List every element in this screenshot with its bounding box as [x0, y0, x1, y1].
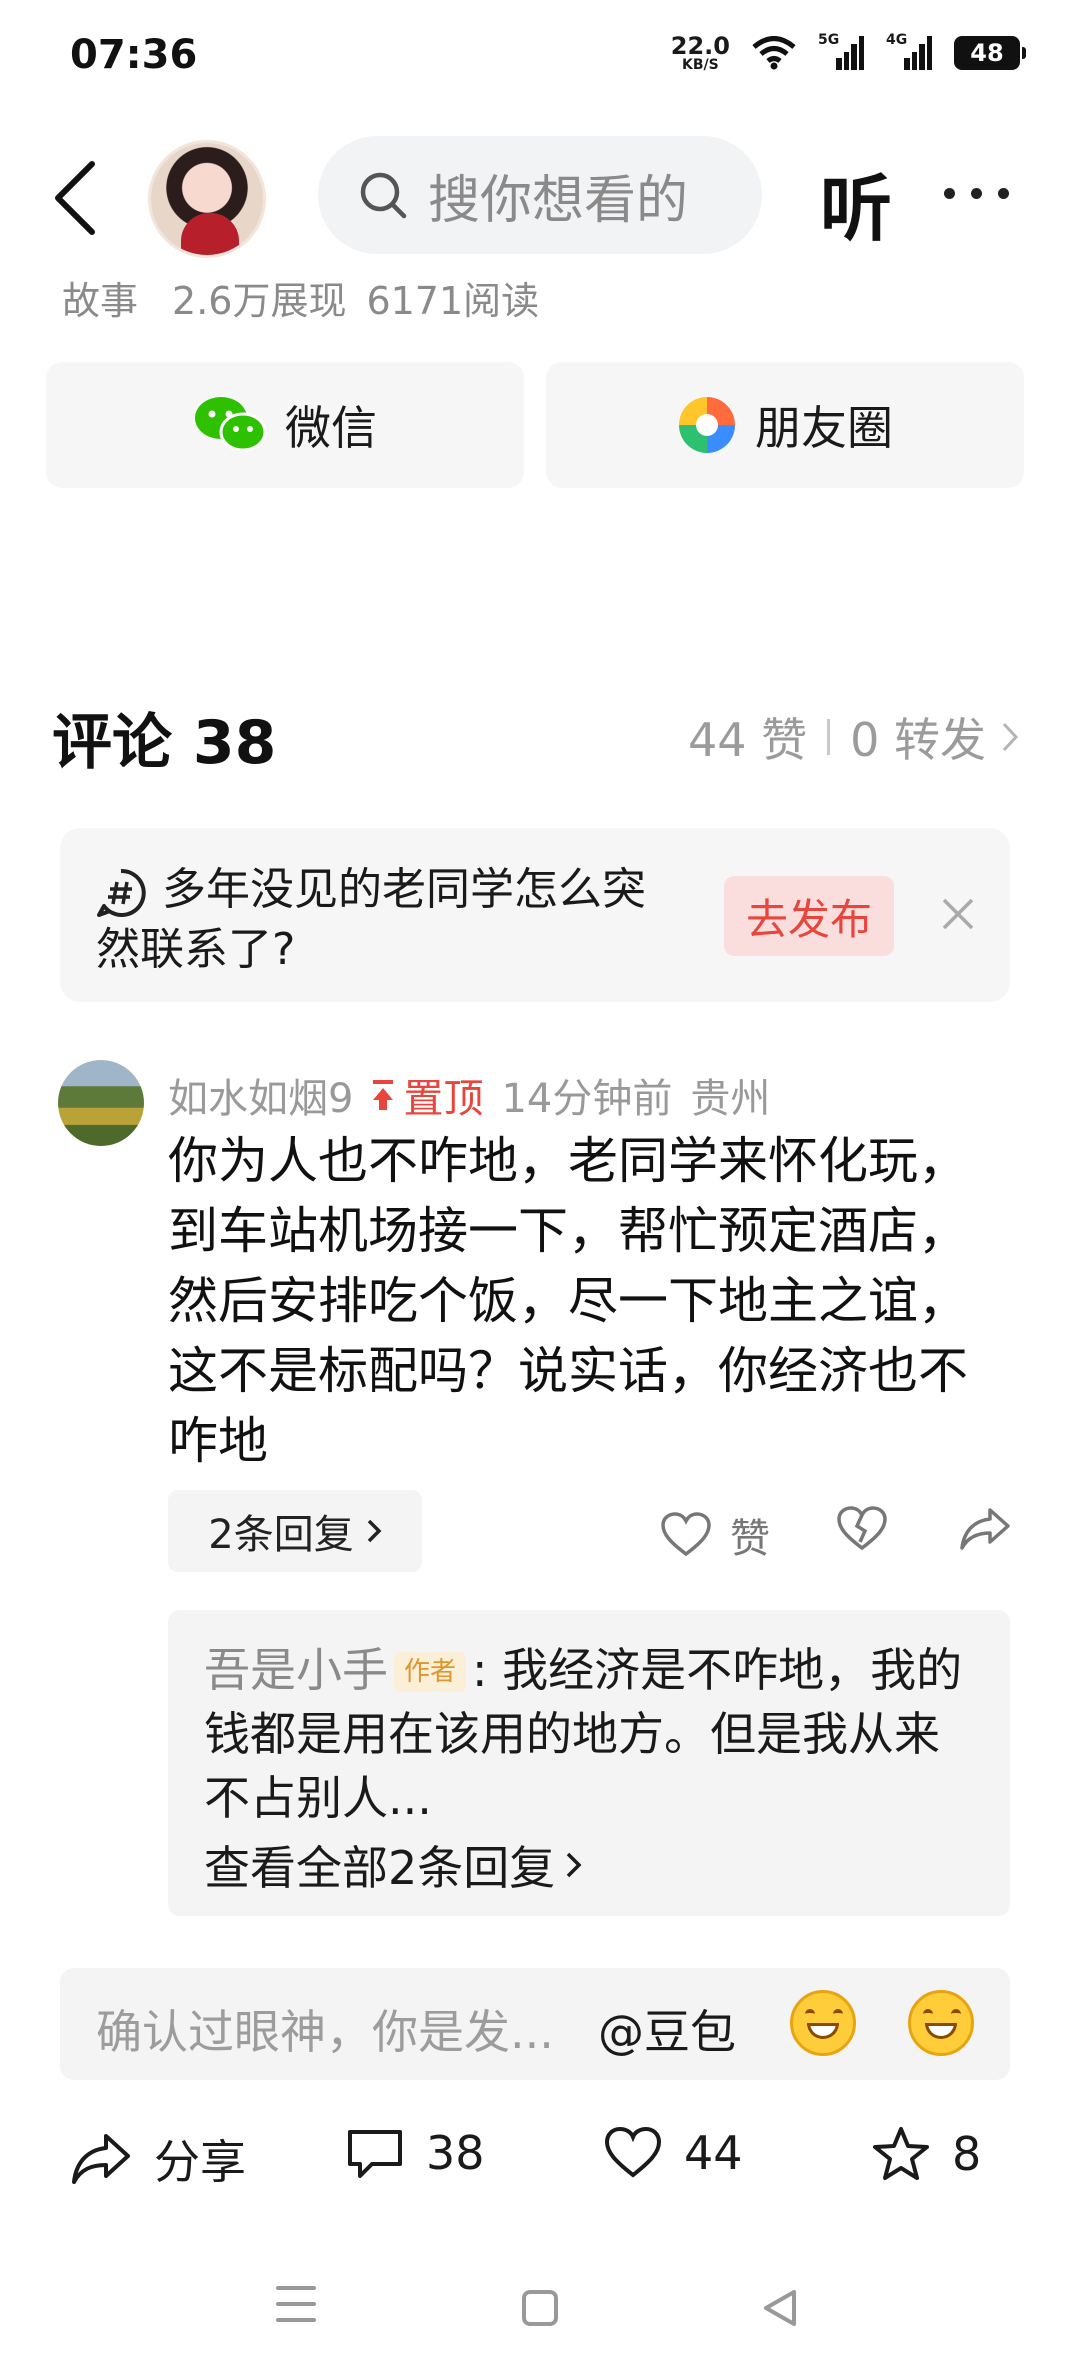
signal-5g-icon: 5G: [818, 32, 864, 70]
status-icons: 22.0 KB/S 5G 4G 48: [671, 32, 1026, 72]
comment-header: 如水如烟9 置顶 14分钟前 贵州: [168, 1066, 770, 1124]
comment-bubble-icon: [348, 2130, 402, 2178]
chevron-right-icon: [367, 1519, 382, 1543]
more-horizontal-icon[interactable]: [944, 188, 1009, 199]
comment-body: 你为人也不咋地，老同学来怀化玩，到车站机场接一下，帮忙预定酒店，然后安排吃个饭，…: [168, 1132, 968, 1470]
reply-count-label: 2条回复: [208, 1512, 354, 1558]
reply-preview[interactable]: 吾是小手 作者: 我经济是不咋地，我的钱都是用在该用的地方。但是我从来不占别人..…: [168, 1610, 1010, 1916]
search-input[interactable]: 搜你想看的: [318, 136, 762, 254]
network-speed: 22.0 KB/S: [671, 34, 730, 72]
wifi-icon: [752, 36, 796, 70]
article-category: 故事: [62, 279, 139, 323]
comment-input[interactable]: 确认过眼神，你是发... @豆包: [60, 1968, 1010, 2080]
topic-line-1: 多年没见的老同学怎么突: [162, 864, 646, 915]
topic-question: 多年没见的老同学怎么突 然联系了?: [96, 860, 742, 980]
chevron-left-icon[interactable]: [48, 158, 104, 238]
reposts-count: 0 转发: [850, 713, 986, 767]
comment-location: 贵州: [690, 1076, 771, 1122]
mention-doubao-button[interactable]: @豆包: [598, 1996, 736, 2062]
laugh-cry-emoji-icon[interactable]: [790, 1990, 856, 2056]
bottom-share-label: 分享: [154, 2135, 246, 2189]
close-icon[interactable]: [938, 894, 978, 934]
bottom-comment-button[interactable]: 38: [346, 2126, 485, 2180]
article-reads: 6171阅读: [366, 279, 540, 323]
comments-title: 评论 38: [52, 708, 277, 778]
author-tag: 作者: [394, 1652, 467, 1692]
view-all-replies[interactable]: 查看全部2条回复: [204, 1832, 583, 1898]
hashtag-icon: [97, 868, 146, 917]
pin-top-icon: [373, 1080, 394, 1110]
listen-button[interactable]: 听: [820, 150, 892, 255]
view-all-replies-label: 查看全部2条回复: [204, 1841, 556, 1895]
bottom-like-count: 44: [684, 2126, 743, 2180]
likes-count: 44 赞: [687, 713, 808, 767]
share-wechat-label: 微信: [285, 401, 377, 455]
topic-line-2: 然联系了?: [96, 924, 296, 975]
bottom-favorite-count: 8: [952, 2127, 982, 2181]
heart-icon: [604, 2127, 662, 2178]
share-arrow-icon[interactable]: [958, 1506, 1012, 1552]
moments-icon: [679, 397, 735, 453]
author-avatar[interactable]: [148, 140, 266, 258]
nav-recents-icon[interactable]: [276, 2286, 316, 2322]
commenter-avatar[interactable]: [58, 1060, 144, 1146]
comment-like-button[interactable]: 赞: [660, 1506, 770, 1564]
search-placeholder: 搜你想看的: [428, 170, 689, 231]
commenter-name[interactable]: 如水如烟9: [168, 1066, 353, 1124]
network-speed-unit: KB/S: [682, 57, 719, 73]
signal-4g-icon: 4G: [886, 32, 932, 70]
share-arrow-icon: [72, 2134, 130, 2184]
wechat-icon: [195, 397, 267, 452]
topic-banner[interactable]: 多年没见的老同学怎么突 然联系了? 去发布: [60, 828, 1010, 1002]
bottom-favorite-button[interactable]: 8: [872, 2126, 981, 2182]
network-speed-value: 22.0: [670, 32, 730, 60]
chevron-right-icon: [1002, 722, 1019, 752]
comment-input-placeholder: 确认过眼神，你是发...: [96, 2005, 554, 2059]
share-moments-label: 朋友圈: [755, 401, 893, 455]
nav-back-icon[interactable]: [762, 2288, 798, 2328]
nav-home-icon[interactable]: [522, 2290, 558, 2326]
bottom-comment-count: 38: [426, 2126, 485, 2180]
publish-button[interactable]: 去发布: [724, 876, 894, 956]
comments-stats[interactable]: 44 赞 0 转发: [688, 704, 1020, 770]
broken-heart-icon[interactable]: [836, 1506, 888, 1552]
heart-icon: [661, 1512, 711, 1557]
status-time: 07:36: [70, 32, 198, 78]
bottom-like-button[interactable]: 44: [604, 2126, 743, 2180]
pinned-label: 置顶: [403, 1076, 484, 1122]
reply-text: 吾是小手 作者: 我经济是不咋地，我的钱都是用在该用的地方。但是我从来不占别人..…: [204, 1638, 984, 1830]
signal-5g-label: 5G: [818, 32, 840, 48]
battery-icon: 48: [954, 36, 1026, 70]
star-icon: [873, 2127, 929, 2180]
comment-time: 14分钟前: [501, 1076, 673, 1122]
signal-4g-label: 4G: [886, 32, 908, 48]
pinned-badge: 置顶: [371, 1066, 483, 1124]
stats-divider: [827, 719, 831, 755]
grin-emoji-icon[interactable]: [908, 1990, 974, 2056]
share-moments-button[interactable]: 朋友圈: [546, 362, 1024, 488]
search-icon: [360, 172, 407, 219]
article-meta: 故事 2.6万展现 6171阅读: [62, 270, 539, 325]
avatar-figure: [181, 213, 239, 255]
reply-author-name[interactable]: 吾是小手: [204, 1643, 388, 1697]
share-wechat-button[interactable]: 微信: [46, 362, 524, 488]
reply-count-button[interactable]: 2条回复: [168, 1490, 422, 1572]
bottom-share-button[interactable]: 分享: [70, 2126, 246, 2192]
comment-like-label: 赞: [730, 1516, 770, 1562]
chevron-right-icon: [567, 1852, 582, 1878]
article-impressions: 2.6万展现: [172, 279, 347, 323]
